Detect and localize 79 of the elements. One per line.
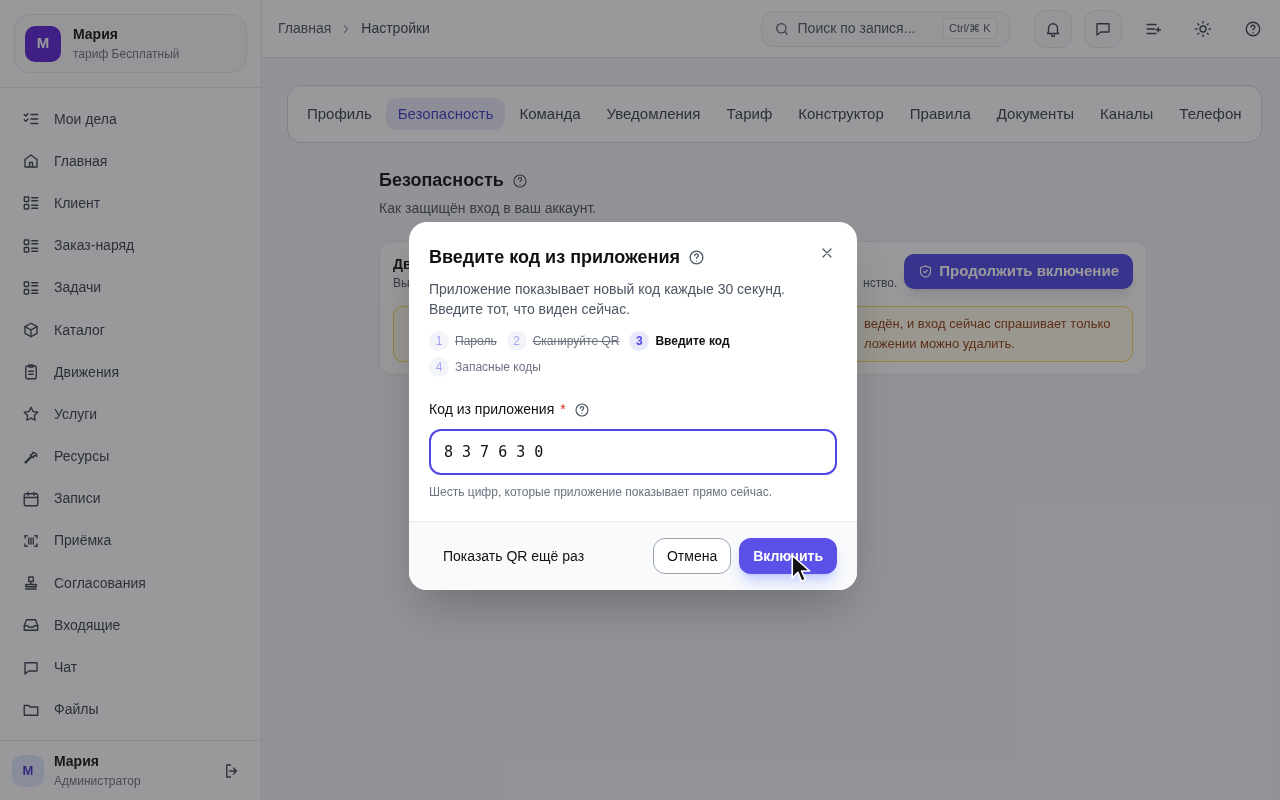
user-name: Мария: [54, 752, 100, 771]
card-description: Вы: [393, 275, 410, 292]
sidebar-item[interactable]: Задачи: [10, 266, 251, 309]
breadcrumb-item: Настройки: [361, 19, 430, 38]
shield-icon: [918, 264, 934, 279]
sidebar-item[interactable]: Клиент: [10, 182, 251, 225]
step-label: Сканируйте QR: [532, 333, 620, 350]
help-icon: [511, 172, 528, 189]
field-hint: Шесть цифр, которые приложение показывает прямо сейчас.: [429, 484, 774, 501]
step-number: 2: [506, 331, 527, 351]
step-label: Пароль: [455, 333, 497, 350]
shortcut-hint: Ctrl/⌘ K: [943, 18, 997, 39]
step-label: Запасные коды: [455, 359, 541, 376]
step-number: 3: [629, 331, 650, 351]
message-button[interactable]: [1083, 9, 1122, 48]
sidebar-item[interactable]: Файлы: [10, 688, 251, 731]
avatar: М: [25, 25, 61, 62]
sidebar-item[interactable]: Мои дела: [10, 98, 251, 141]
step-number: 1: [429, 331, 449, 351]
field-label: Код из приложения: [429, 400, 555, 419]
list-icon: [22, 236, 40, 255]
dialog-title: Введите код из приложения: [429, 246, 680, 269]
sidebar-item[interactable]: Приёмка: [10, 519, 251, 563]
list-icon: [22, 278, 40, 297]
code-input-field[interactable]: 8 3 7 6 3 0: [429, 429, 837, 475]
step-label: Введите код: [655, 333, 730, 350]
sidebar-item[interactable]: Входящие: [10, 604, 251, 647]
help-icon: [573, 401, 590, 418]
sidebar-item[interactable]: Движения: [10, 351, 251, 394]
enable-button[interactable]: Включить: [739, 538, 837, 574]
search-icon: [773, 20, 790, 37]
tab[interactable]: Профиль: [295, 98, 384, 130]
step-number: 4: [429, 357, 449, 377]
tab[interactable]: Команда: [507, 98, 593, 130]
tab[interactable]: Каналы: [1088, 98, 1166, 130]
section-title: Безопасность: [379, 169, 504, 192]
search-field[interactable]: Поиск по запися... Ctrl/⌘ K: [760, 10, 1010, 47]
search-placeholder: Поиск по запися...: [797, 19, 917, 38]
sidebar-item[interactable]: Каталог: [10, 308, 251, 352]
warning-text: ведён, и вход сейчас спрашивает только: [864, 315, 1112, 333]
sidebar-item[interactable]: Записи: [10, 477, 251, 520]
bell-button[interactable]: [1033, 9, 1072, 48]
required-mark: *: [560, 400, 566, 419]
calendar-icon: [22, 489, 40, 508]
tab[interactable]: Уведомления: [594, 98, 713, 130]
help-icon: [688, 249, 705, 266]
star-icon: [22, 405, 40, 424]
list-icon: [22, 194, 40, 213]
show-qr-link[interactable]: Показать QR ещё раз: [429, 538, 599, 574]
home-icon: [22, 152, 40, 171]
tab[interactable]: Телефон: [1167, 98, 1254, 130]
tab[interactable]: Конструктор: [786, 98, 896, 130]
section-subtitle: Как защищён вход в ваш аккаунт.: [379, 199, 598, 218]
sidebar-item[interactable]: Услуги: [10, 393, 251, 436]
stamp-icon: [22, 574, 40, 593]
continue-button[interactable]: Продолжить включение: [904, 254, 1133, 289]
warning-text: ложении можно удалить.: [864, 335, 1016, 353]
sidebar-item[interactable]: Согласования: [10, 562, 251, 605]
dialog-description: Приложение показывает новый код каждые 30 секунд. Введите тот, что виден сейчас.: [429, 280, 786, 319]
avatar: М: [12, 754, 44, 787]
box-icon: [22, 321, 40, 340]
sidebar-item[interactable]: Чат: [10, 646, 251, 689]
plan-label: тариф Бесплатный: [73, 46, 180, 63]
tab[interactable]: Безопасность: [385, 98, 506, 130]
tab[interactable]: Тариф: [714, 98, 785, 130]
account-name: Мария: [73, 25, 119, 44]
account-card[interactable]: М Мария тариф Бесплатный: [14, 14, 247, 73]
sidebar-item[interactable]: Ресурсы: [10, 435, 251, 478]
breadcrumb-item[interactable]: Главная: [278, 18, 332, 39]
help-icon: [1243, 19, 1262, 38]
sidebar-item[interactable]: Главная: [10, 140, 251, 183]
tab[interactable]: Документы: [984, 98, 1087, 130]
clipboard-icon: [22, 363, 40, 382]
cancel-button[interactable]: Отмена: [652, 538, 732, 574]
sidebar-item[interactable]: Заказ-наряд: [10, 224, 251, 267]
card-description: нство.: [863, 275, 898, 292]
sun-icon: [1193, 19, 1212, 38]
user-role: Администратор: [54, 773, 142, 790]
tab[interactable]: Правила: [897, 98, 983, 130]
